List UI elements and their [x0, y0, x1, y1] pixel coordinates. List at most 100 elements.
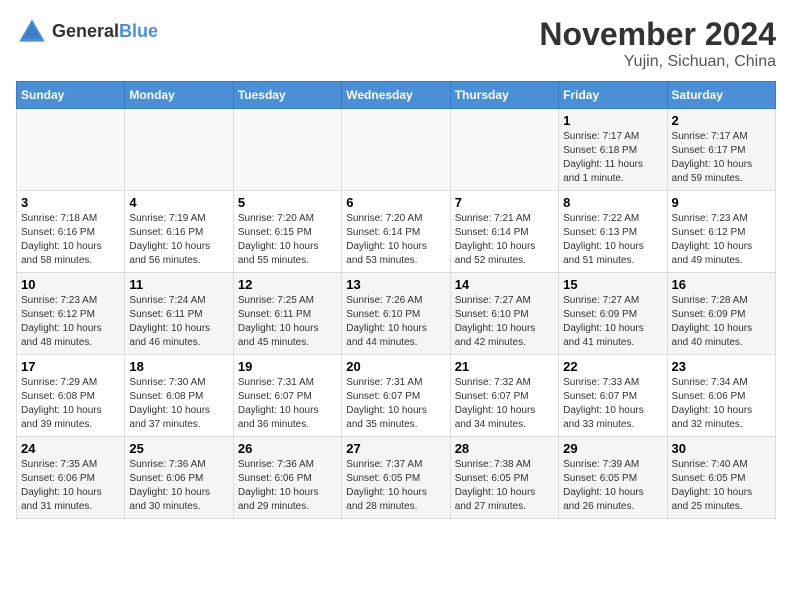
day-info: Sunrise: 7:37 AM Sunset: 6:05 PM Dayligh… [346, 458, 445, 514]
col-wednesday: Wednesday [342, 82, 450, 109]
logo-general: GeneralBlue [52, 22, 158, 42]
calendar-cell: 17Sunrise: 7:29 AM Sunset: 6:08 PM Dayli… [17, 355, 125, 437]
calendar-header-row: Sunday Monday Tuesday Wednesday Thursday… [17, 82, 776, 109]
day-info: Sunrise: 7:36 AM Sunset: 6:06 PM Dayligh… [238, 458, 337, 514]
day-info: Sunrise: 7:22 AM Sunset: 6:13 PM Dayligh… [563, 212, 662, 268]
day-info: Sunrise: 7:39 AM Sunset: 6:05 PM Dayligh… [563, 458, 662, 514]
day-number: 1 [563, 113, 662, 128]
day-number: 6 [346, 195, 445, 210]
calendar-cell: 10Sunrise: 7:23 AM Sunset: 6:12 PM Dayli… [17, 273, 125, 355]
calendar-week-4: 17Sunrise: 7:29 AM Sunset: 6:08 PM Dayli… [17, 355, 776, 437]
day-number: 9 [672, 195, 771, 210]
calendar-cell: 24Sunrise: 7:35 AM Sunset: 6:06 PM Dayli… [17, 437, 125, 519]
col-sunday: Sunday [17, 82, 125, 109]
day-number: 11 [129, 277, 228, 292]
day-number: 18 [129, 359, 228, 374]
calendar-cell [17, 109, 125, 191]
day-number: 3 [21, 195, 120, 210]
day-number: 15 [563, 277, 662, 292]
location: Yujin, Sichuan, China [539, 53, 776, 71]
day-number: 22 [563, 359, 662, 374]
calendar-cell [450, 109, 558, 191]
day-number: 28 [455, 441, 554, 456]
calendar-cell: 29 Sunrise: 7:39 AM Sunset: 6:05 PM Dayli… [559, 437, 667, 519]
calendar-cell: 18Sunrise: 7:30 AM Sunset: 6:08 PM Dayli… [125, 355, 233, 437]
day-info: Sunrise: 7:21 AM Sunset: 6:14 PM Dayligh… [455, 212, 554, 268]
calendar-cell: 1 Sunrise: 7:17 AM Sunset: 6:18 PM Daylig… [559, 109, 667, 191]
day-info: Sunrise: 7:28 AM Sunset: 6:09 PM Dayligh… [672, 294, 771, 350]
calendar-cell [125, 109, 233, 191]
day-info: Sunrise: 7:35 AM Sunset: 6:06 PM Dayligh… [21, 458, 120, 514]
logo-icon [16, 16, 48, 48]
day-info: Sunrise: 7:17 AM Sunset: 6:17 PM Dayligh… [672, 130, 771, 186]
calendar-cell: 14 Sunrise: 7:27 AM Sunset: 6:10 PM Dayli… [450, 273, 558, 355]
calendar-week-5: 24Sunrise: 7:35 AM Sunset: 6:06 PM Dayli… [17, 437, 776, 519]
calendar-cell: 7 Sunrise: 7:21 AM Sunset: 6:14 PM Daylig… [450, 191, 558, 273]
day-number: 23 [672, 359, 771, 374]
day-info: Sunrise: 7:24 AM Sunset: 6:11 PM Dayligh… [129, 294, 228, 350]
calendar-cell: 8 Sunrise: 7:22 AM Sunset: 6:13 PM Daylig… [559, 191, 667, 273]
calendar-cell: 30 Sunrise: 7:40 AM Sunset: 6:05 PM Dayli… [667, 437, 775, 519]
calendar-cell [233, 109, 341, 191]
page-header: GeneralBlue November 2024 Yujin, Sichuan… [16, 16, 776, 71]
calendar-cell: 27 Sunrise: 7:37 AM Sunset: 6:05 PM Dayli… [342, 437, 450, 519]
calendar-cell: 5 Sunrise: 7:20 AM Sunset: 6:15 PM Daylig… [233, 191, 341, 273]
day-info: Sunrise: 7:31 AM Sunset: 6:07 PM Dayligh… [346, 376, 445, 432]
day-number: 7 [455, 195, 554, 210]
col-tuesday: Tuesday [233, 82, 341, 109]
day-info: Sunrise: 7:25 AM Sunset: 6:11 PM Dayligh… [238, 294, 337, 350]
day-number: 29 [563, 441, 662, 456]
col-saturday: Saturday [667, 82, 775, 109]
day-info: Sunrise: 7:38 AM Sunset: 6:05 PM Dayligh… [455, 458, 554, 514]
day-info: Sunrise: 7:36 AM Sunset: 6:06 PM Dayligh… [129, 458, 228, 514]
calendar-week-3: 10Sunrise: 7:23 AM Sunset: 6:12 PM Dayli… [17, 273, 776, 355]
calendar-cell: 23Sunrise: 7:34 AM Sunset: 6:06 PM Dayli… [667, 355, 775, 437]
day-number: 25 [129, 441, 228, 456]
calendar-cell: 22Sunrise: 7:33 AM Sunset: 6:07 PM Dayli… [559, 355, 667, 437]
day-info: Sunrise: 7:23 AM Sunset: 6:12 PM Dayligh… [672, 212, 771, 268]
logo-text: GeneralBlue [52, 22, 158, 42]
day-number: 8 [563, 195, 662, 210]
day-info: Sunrise: 7:23 AM Sunset: 6:12 PM Dayligh… [21, 294, 120, 350]
day-info: Sunrise: 7:32 AM Sunset: 6:07 PM Dayligh… [455, 376, 554, 432]
day-number: 14 [455, 277, 554, 292]
month-year: November 2024 [539, 16, 776, 53]
day-number: 2 [672, 113, 771, 128]
day-number: 27 [346, 441, 445, 456]
day-number: 30 [672, 441, 771, 456]
calendar-cell: 28 Sunrise: 7:38 AM Sunset: 6:05 PM Dayli… [450, 437, 558, 519]
calendar-cell: 6 Sunrise: 7:20 AM Sunset: 6:14 PM Daylig… [342, 191, 450, 273]
col-monday: Monday [125, 82, 233, 109]
day-info: Sunrise: 7:20 AM Sunset: 6:15 PM Dayligh… [238, 212, 337, 268]
calendar-cell: 12 Sunrise: 7:25 AM Sunset: 6:11 PM Dayli… [233, 273, 341, 355]
calendar-cell: 4Sunrise: 7:19 AM Sunset: 6:16 PM Daylig… [125, 191, 233, 273]
calendar-cell: 9 Sunrise: 7:23 AM Sunset: 6:12 PM Daylig… [667, 191, 775, 273]
col-friday: Friday [559, 82, 667, 109]
day-number: 16 [672, 277, 771, 292]
day-number: 5 [238, 195, 337, 210]
day-info: Sunrise: 7:40 AM Sunset: 6:05 PM Dayligh… [672, 458, 771, 514]
calendar-cell: 21Sunrise: 7:32 AM Sunset: 6:07 PM Dayli… [450, 355, 558, 437]
day-info: Sunrise: 7:17 AM Sunset: 6:18 PM Dayligh… [563, 130, 662, 186]
day-info: Sunrise: 7:27 AM Sunset: 6:10 PM Dayligh… [455, 294, 554, 350]
day-info: Sunrise: 7:18 AM Sunset: 6:16 PM Dayligh… [21, 212, 120, 268]
calendar-table: Sunday Monday Tuesday Wednesday Thursday… [16, 81, 776, 519]
calendar-cell: 13 Sunrise: 7:26 AM Sunset: 6:10 PM Dayli… [342, 273, 450, 355]
col-thursday: Thursday [450, 82, 558, 109]
day-info: Sunrise: 7:26 AM Sunset: 6:10 PM Dayligh… [346, 294, 445, 350]
title-block: November 2024 Yujin, Sichuan, China [539, 16, 776, 71]
day-number: 26 [238, 441, 337, 456]
calendar-cell: 26 Sunrise: 7:36 AM Sunset: 6:06 PM Dayli… [233, 437, 341, 519]
calendar-cell: 19Sunrise: 7:31 AM Sunset: 6:07 PM Dayli… [233, 355, 341, 437]
calendar-cell: 11 Sunrise: 7:24 AM Sunset: 6:11 PM Dayli… [125, 273, 233, 355]
calendar-cell [342, 109, 450, 191]
day-number: 13 [346, 277, 445, 292]
logo: GeneralBlue [16, 16, 158, 48]
calendar-cell: 16 Sunrise: 7:28 AM Sunset: 6:09 PM Dayli… [667, 273, 775, 355]
day-number: 20 [346, 359, 445, 374]
day-number: 17 [21, 359, 120, 374]
calendar-cell: 2 Sunrise: 7:17 AM Sunset: 6:17 PM Daylig… [667, 109, 775, 191]
day-number: 12 [238, 277, 337, 292]
day-info: Sunrise: 7:20 AM Sunset: 6:14 PM Dayligh… [346, 212, 445, 268]
calendar-cell: 15Sunrise: 7:27 AM Sunset: 6:09 PM Dayli… [559, 273, 667, 355]
